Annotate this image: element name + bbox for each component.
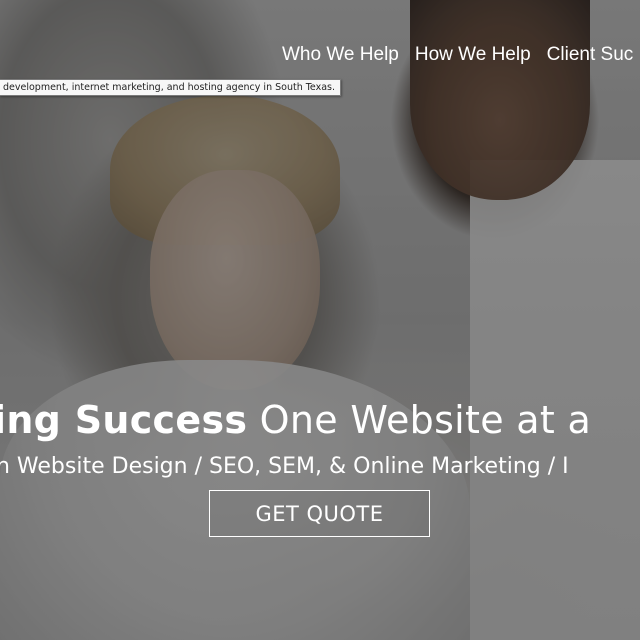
main-navigation: Who We Help How We Help Client Suc <box>282 44 633 66</box>
get-quote-button[interactable]: GET QUOTE <box>209 490 430 537</box>
nav-item-how-we-help[interactable]: How We Help <box>415 44 531 66</box>
hero-headline-strong: ing Success <box>0 398 248 442</box>
nav-item-client-success[interactable]: Client Suc <box>547 44 634 66</box>
hero-dark-overlay <box>0 0 640 640</box>
hero-headline: ing Success One Website at a <box>0 398 591 442</box>
logo-title-tooltip: development, internet marketing, and hos… <box>0 79 342 96</box>
nav-item-who-we-help[interactable]: Who We Help <box>282 44 399 66</box>
hero-services-subline: n Website Design / SEO, SEM, & Online Ma… <box>0 454 569 479</box>
hero-headline-light: One Website at a <box>247 398 592 442</box>
